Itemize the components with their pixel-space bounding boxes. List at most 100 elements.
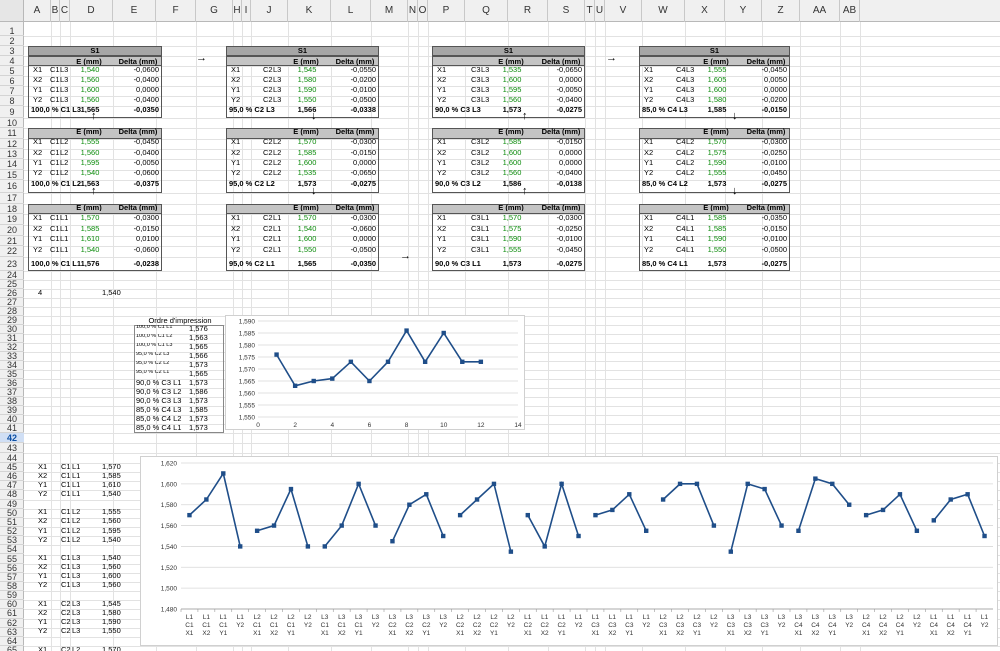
print-order-value[interactable]: 1,573: [189, 379, 219, 387]
layer-label[interactable]: L2: [72, 508, 83, 516]
channel-label[interactable]: C1: [61, 536, 72, 544]
summary-delta[interactable]: -0,0275: [334, 180, 376, 188]
value[interactable]: 1,545: [102, 600, 132, 608]
axis-label[interactable]: Y2: [38, 490, 54, 498]
axis-label[interactable]: X1: [38, 554, 54, 562]
layer-label[interactable]: L1: [72, 490, 83, 498]
value[interactable]: 1,560: [102, 581, 132, 589]
e-value[interactable]: 1,600: [70, 86, 110, 94]
row-header-21[interactable]: 21: [0, 236, 24, 247]
e-value[interactable]: 1,585: [287, 149, 327, 157]
layer-label[interactable]: L1: [72, 472, 83, 480]
axis-label[interactable]: Y2: [38, 627, 54, 635]
axis-label[interactable]: X2: [33, 76, 49, 84]
delta-value[interactable]: -0,0650: [334, 169, 376, 177]
delta-value[interactable]: -0,0450: [117, 138, 159, 146]
value[interactable]: 1,555: [102, 508, 132, 516]
layer-label[interactable]: L1: [72, 481, 83, 489]
e-value[interactable]: 1,585: [697, 214, 737, 222]
e-value[interactable]: 1,575: [492, 225, 532, 233]
row-header-2[interactable]: 2: [0, 36, 24, 46]
layer-label[interactable]: L3: [273, 66, 284, 74]
delta-value[interactable]: -0,0100: [540, 235, 582, 243]
channel-label[interactable]: C1: [61, 563, 72, 571]
e-value[interactable]: 1,590: [287, 86, 327, 94]
layer-label[interactable]: L3: [686, 86, 697, 94]
delta-value[interactable]: -0,0300: [745, 138, 787, 146]
row-header-16[interactable]: 16: [0, 180, 24, 193]
delta-header[interactable]: Delta (mm): [743, 58, 789, 66]
delta-value[interactable]: 0,0000: [540, 149, 582, 157]
print-order-chart[interactable]: 1,550 1,555 1,560 1,565 1,570 1,575 1,580 1,585…: [225, 315, 525, 430]
delta-value[interactable]: -0,0050: [540, 86, 582, 94]
axis-label[interactable]: X2: [231, 225, 247, 233]
layer-label[interactable]: L3: [72, 627, 83, 635]
axis-label[interactable]: Y1: [38, 572, 54, 580]
axis-label[interactable]: Y2: [231, 169, 247, 177]
layer-label[interactable]: L3: [481, 96, 492, 104]
axis-label[interactable]: X1: [33, 138, 49, 146]
e-value[interactable]: 1,600: [492, 76, 532, 84]
axis-label[interactable]: X1: [437, 214, 453, 222]
layer-label[interactable]: L3: [72, 563, 83, 571]
delta-value[interactable]: 0,0000: [540, 159, 582, 167]
axis-label[interactable]: Y1: [33, 86, 49, 94]
delta-value[interactable]: -0,0300: [334, 138, 376, 146]
column-header-s[interactable]: S: [548, 0, 585, 22]
channel-label[interactable]: C1: [61, 463, 72, 471]
e-value[interactable]: 1,600: [287, 235, 327, 243]
layer-label[interactable]: L1: [686, 235, 697, 243]
e-value[interactable]: 1,560: [70, 96, 110, 104]
e-header[interactable]: E (mm): [284, 204, 328, 212]
delta-value[interactable]: -0,0350: [745, 214, 787, 222]
delta-value[interactable]: 0,0100: [117, 235, 159, 243]
layer-label[interactable]: L2: [72, 646, 83, 651]
axis-label[interactable]: X2: [437, 149, 453, 157]
axis-label[interactable]: X2: [38, 563, 54, 571]
axis-label[interactable]: X1: [231, 66, 247, 74]
axis-label[interactable]: Y1: [644, 235, 660, 243]
row-header-7[interactable]: 7: [0, 86, 24, 96]
axis-label[interactable]: X2: [644, 76, 660, 84]
print-order-label[interactable]: 90,0 % C3 L3: [136, 397, 184, 405]
print-order-label[interactable]: 95,0 % C2 L2: [136, 361, 184, 367]
column-header-u[interactable]: U: [595, 0, 605, 22]
delta-value[interactable]: -0,0150: [745, 225, 787, 233]
layer-label[interactable]: L1: [481, 246, 492, 254]
summary-delta[interactable]: -0,0150: [745, 106, 787, 114]
layer-label[interactable]: L3: [72, 618, 83, 626]
delta-value[interactable]: -0,0450: [745, 169, 787, 177]
layer-label[interactable]: L3: [72, 554, 83, 562]
summary-delta[interactable]: -0,0275: [540, 260, 582, 268]
e-value[interactable]: 1,570: [697, 138, 737, 146]
e-header[interactable]: E (mm): [694, 128, 738, 136]
row-header-41[interactable]: 41: [0, 424, 24, 433]
e-value[interactable]: 1,540: [70, 169, 110, 177]
layer-label[interactable]: L1: [481, 214, 492, 222]
axis-label[interactable]: Y1: [33, 159, 49, 167]
layer-label[interactable]: L3: [72, 581, 83, 589]
row-header-65[interactable]: 65: [0, 646, 24, 651]
axis-label[interactable]: X1: [437, 66, 453, 74]
layer-label[interactable]: L2: [686, 169, 697, 177]
e-value[interactable]: 1,585: [492, 138, 532, 146]
delta-value[interactable]: 0,0050: [745, 76, 787, 84]
delta-header[interactable]: Delta (mm): [115, 58, 161, 66]
layer-label[interactable]: L1: [481, 225, 492, 233]
table-title[interactable]: S1: [432, 47, 585, 55]
axis-label[interactable]: Y2: [437, 246, 453, 254]
delta-header[interactable]: Delta (mm): [743, 128, 789, 136]
delta-value[interactable]: 0,0000: [334, 235, 376, 243]
print-order-value[interactable]: 1,573: [189, 424, 219, 432]
value[interactable]: 1,570: [102, 646, 132, 651]
layer-label[interactable]: L2: [72, 527, 83, 535]
row-header-3[interactable]: 3: [0, 46, 24, 56]
delta-value[interactable]: -0,0250: [745, 149, 787, 157]
axis-label[interactable]: Y2: [231, 96, 247, 104]
print-order-label[interactable]: 85,0 % C4 L3: [136, 406, 184, 414]
delta-value[interactable]: -0,0100: [745, 235, 787, 243]
summary-delta[interactable]: -0,0238: [117, 260, 159, 268]
delta-value[interactable]: -0,0200: [334, 76, 376, 84]
delta-value[interactable]: -0,0450: [745, 66, 787, 74]
axis-label[interactable]: X2: [33, 225, 49, 233]
